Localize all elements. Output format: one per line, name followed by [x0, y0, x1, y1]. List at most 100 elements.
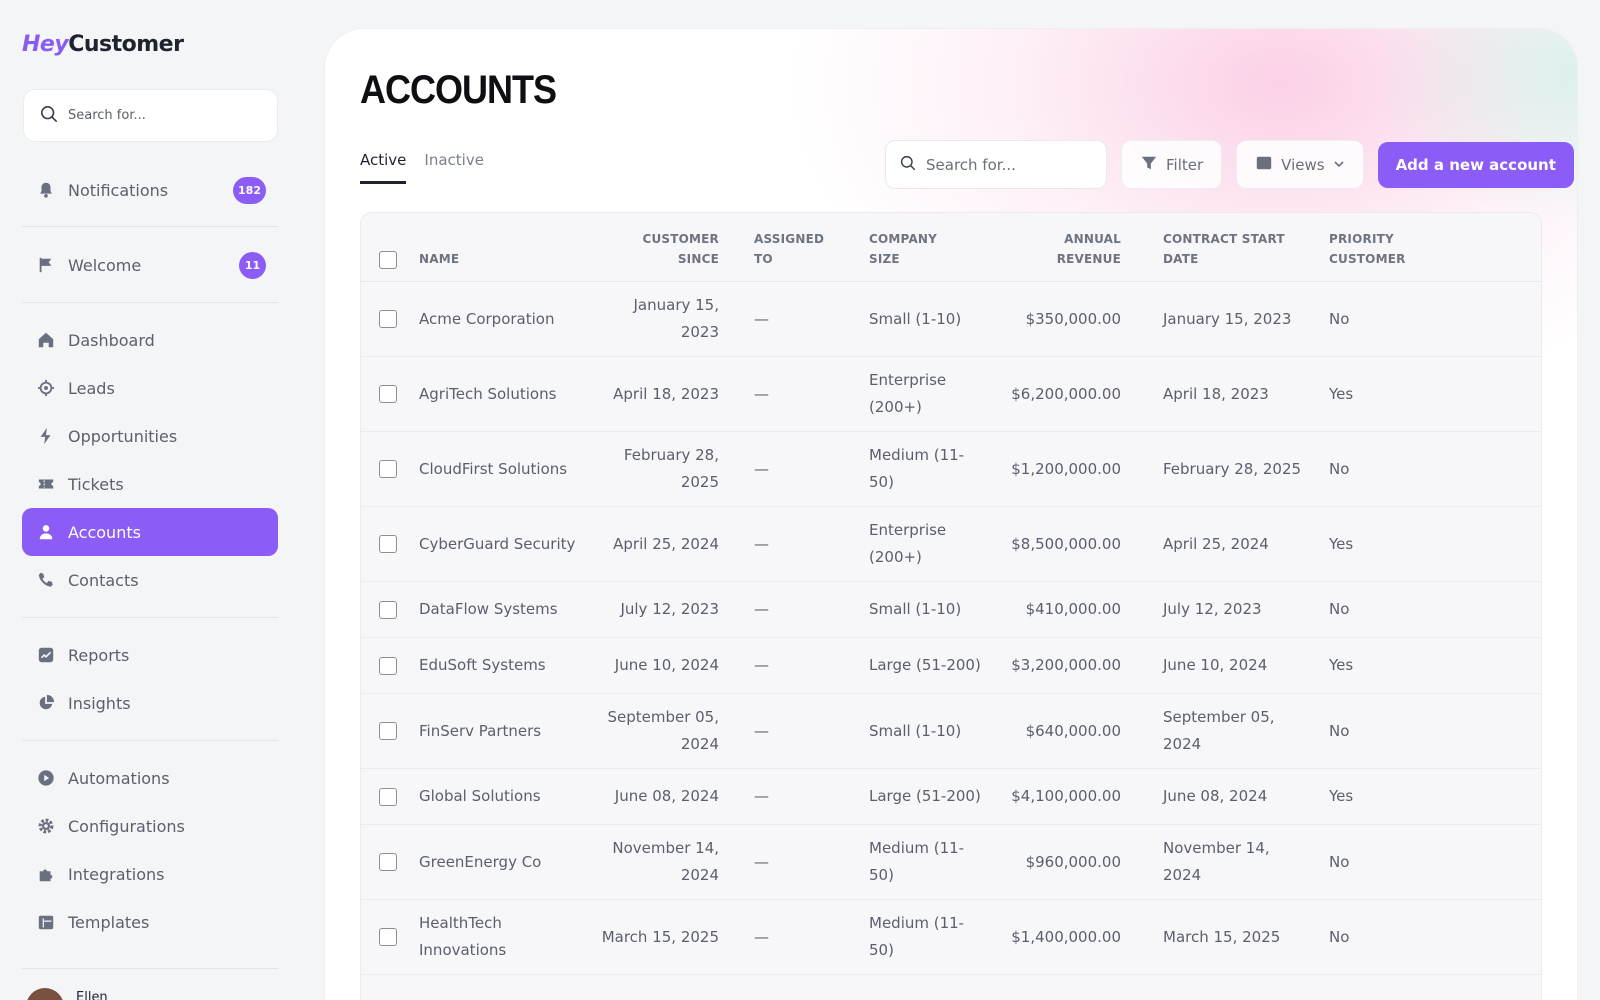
sidebar-item-contacts[interactable]: Contacts: [22, 556, 278, 604]
user-profile[interactable]: Ellen: [26, 988, 108, 1000]
search-input[interactable]: [926, 155, 1086, 174]
chart-icon: [36, 645, 56, 665]
row-checkbox[interactable]: [379, 310, 397, 328]
cell-company-size: Large (51-200): [859, 637, 999, 694]
tab-inactive[interactable]: Inactive: [424, 151, 484, 184]
cell-company-size: Medium (11-50): [859, 431, 999, 507]
cell-assigned-to: —: [729, 768, 859, 825]
row-checkbox[interactable]: [379, 787, 397, 806]
cell-contract-start-date: April 25, 2024: [1139, 506, 1319, 582]
chevron-down-icon: [1333, 156, 1345, 174]
row-checkbox[interactable]: [379, 600, 397, 619]
cell-name: HealthTech Innovations: [409, 899, 589, 975]
cell-company-size: Large (51-200): [859, 768, 999, 825]
sidebar-item-dashboard[interactable]: Dashboard: [22, 316, 278, 364]
row-checkbox[interactable]: [379, 722, 397, 740]
sidebar-item-leads[interactable]: Leads: [22, 364, 278, 412]
cell-assigned-to: —: [729, 637, 859, 694]
sidebar-item-label: Leads: [68, 378, 115, 398]
header-name[interactable]: NAME: [409, 213, 589, 282]
table-row[interactable]: DataFlow Systems July 12, 2023— Small (1-1…: [361, 581, 1541, 638]
cell-select: [361, 768, 409, 825]
sidebar-item-automations[interactable]: Automations: [22, 754, 278, 802]
header-annual-revenue[interactable]: ANNUAL REVENUE: [999, 213, 1139, 282]
sidebar-item-opportunities[interactable]: Opportunities: [22, 412, 278, 460]
row-checkbox[interactable]: [379, 656, 397, 675]
cell-customer-since: April 18, 2023: [589, 356, 729, 432]
cell-name: CloudFirst Solutions: [409, 431, 589, 507]
cell-select: [361, 431, 409, 507]
accounts-table: NAME CUSTOMER SINCE ASSIGNED TO COMPANY SIZ…: [360, 212, 1542, 1000]
table-row[interactable]: EduSoft Systems June 10, 2024— Large (51-2…: [361, 637, 1541, 694]
row-checkbox[interactable]: [379, 460, 397, 478]
row-checkbox[interactable]: [379, 928, 397, 946]
app-logo[interactable]: HeyCustomer: [22, 32, 184, 57]
sidebar-item-tickets[interactable]: Tickets: [22, 460, 278, 508]
table-row[interactable]: CyberGuard Security April 25, 2024— Enterp…: [361, 506, 1541, 582]
page-title: ACCOUNTS: [360, 66, 557, 112]
cell-select: [361, 281, 409, 357]
sidebar-search[interactable]: [23, 89, 278, 142]
main-panel: ACCOUNTS Active Inactive Filter Views: [324, 28, 1578, 1000]
table-row[interactable]: Global Solutions June 08, 2024 — Large (51-…: [361, 768, 1541, 825]
cell-priority-customer: No: [1319, 581, 1541, 638]
header-company-size[interactable]: COMPANY SIZE: [859, 213, 999, 282]
cell-customer-since: September 05, 2024: [589, 693, 729, 769]
cell-annual-revenue: $350,000.00: [999, 281, 1139, 357]
cell-annual-revenue: $640,000.00: [999, 693, 1139, 769]
cell-company-size: Enterprise (200+): [859, 506, 999, 582]
ticket-icon: [36, 474, 56, 494]
views-button[interactable]: Views: [1236, 140, 1364, 189]
sidebar-item-label: Opportunities: [68, 426, 178, 446]
row-checkbox[interactable]: [379, 385, 397, 403]
cell-name: CyberGuard Security: [409, 506, 589, 582]
sidebar-item-templates[interactable]: Templates: [22, 898, 278, 946]
cell-assigned-to: —: [729, 693, 859, 769]
user-icon: [36, 522, 56, 542]
filter-button[interactable]: Filter: [1121, 140, 1223, 189]
table-row[interactable]: GreenEnergy Co November 14, 2024— Medium (…: [361, 824, 1541, 900]
cell-name: GreenEnergy Co: [409, 824, 589, 900]
table-row[interactable]: Acme Corporation January 15, 2023— Small (…: [361, 281, 1541, 357]
cell-priority-customer: Yes: [1319, 356, 1541, 432]
cell-company-size: Medium (11-50): [859, 824, 999, 900]
cell-annual-revenue: $6,200,000.00: [999, 356, 1139, 432]
row-checkbox[interactable]: [379, 535, 397, 553]
cell-company-size: Medium (11-50): [859, 899, 999, 975]
cell-assigned-to: —: [729, 899, 859, 975]
table-row[interactable]: AgriTech Solutions April 18, 2023— Enterpr…: [361, 356, 1541, 432]
phone-icon: [36, 570, 56, 590]
tab-active[interactable]: Active: [360, 151, 407, 184]
sidebar-item-configurations[interactable]: Configurations: [22, 802, 278, 850]
bell-icon: [36, 180, 56, 200]
sidebar-item-integrations[interactable]: Integrations: [22, 850, 278, 898]
sidebar-item-label: Reports: [68, 645, 130, 665]
cell-name: Global Solutions: [409, 768, 589, 825]
header-priority-customer[interactable]: PRIORITY CUSTOMER: [1319, 213, 1541, 282]
sidebar-item-accounts[interactable]: Accounts: [22, 508, 278, 556]
cell-select: [361, 899, 409, 975]
header-assigned-to[interactable]: ASSIGNED TO: [729, 213, 859, 282]
cell-assigned-to: —: [729, 281, 859, 357]
table-row[interactable]: CloudFirst Solutions February 28, 2025— Me…: [361, 431, 1541, 507]
cell-company-size: Small (1-10): [859, 693, 999, 769]
table-row[interactable]: HealthTech Innovations March 15, 2025— Med…: [361, 899, 1541, 975]
cell-customer-since: January 15, 2023: [589, 281, 729, 357]
sidebar-item-reports[interactable]: Reports: [22, 631, 278, 679]
views-icon: [1255, 154, 1273, 176]
cell-select: [361, 356, 409, 432]
funnel-icon: [1140, 154, 1158, 176]
notifications-count-badge: 182: [233, 177, 266, 204]
row-checkbox[interactable]: [379, 853, 397, 871]
table-search[interactable]: [885, 140, 1107, 189]
select-all-checkbox[interactable]: [379, 250, 397, 269]
add-account-button[interactable]: Add a new account: [1377, 141, 1574, 188]
sidebar-item-insights[interactable]: Insights: [22, 679, 278, 727]
header-contract-start-date[interactable]: CONTRACT START DATE: [1139, 213, 1319, 282]
sidebar-item-notifications[interactable]: Notifications 182: [22, 166, 278, 214]
sidebar-search-input[interactable]: [68, 108, 248, 123]
sidebar-item-welcome[interactable]: Welcome 11: [22, 241, 278, 289]
cell-contract-start-date: June 08, 2024: [1139, 768, 1319, 825]
table-row[interactable]: FinServ Partners September 05, 2024— Small…: [361, 693, 1541, 769]
header-customer-since[interactable]: CUSTOMER SINCE: [589, 213, 729, 282]
